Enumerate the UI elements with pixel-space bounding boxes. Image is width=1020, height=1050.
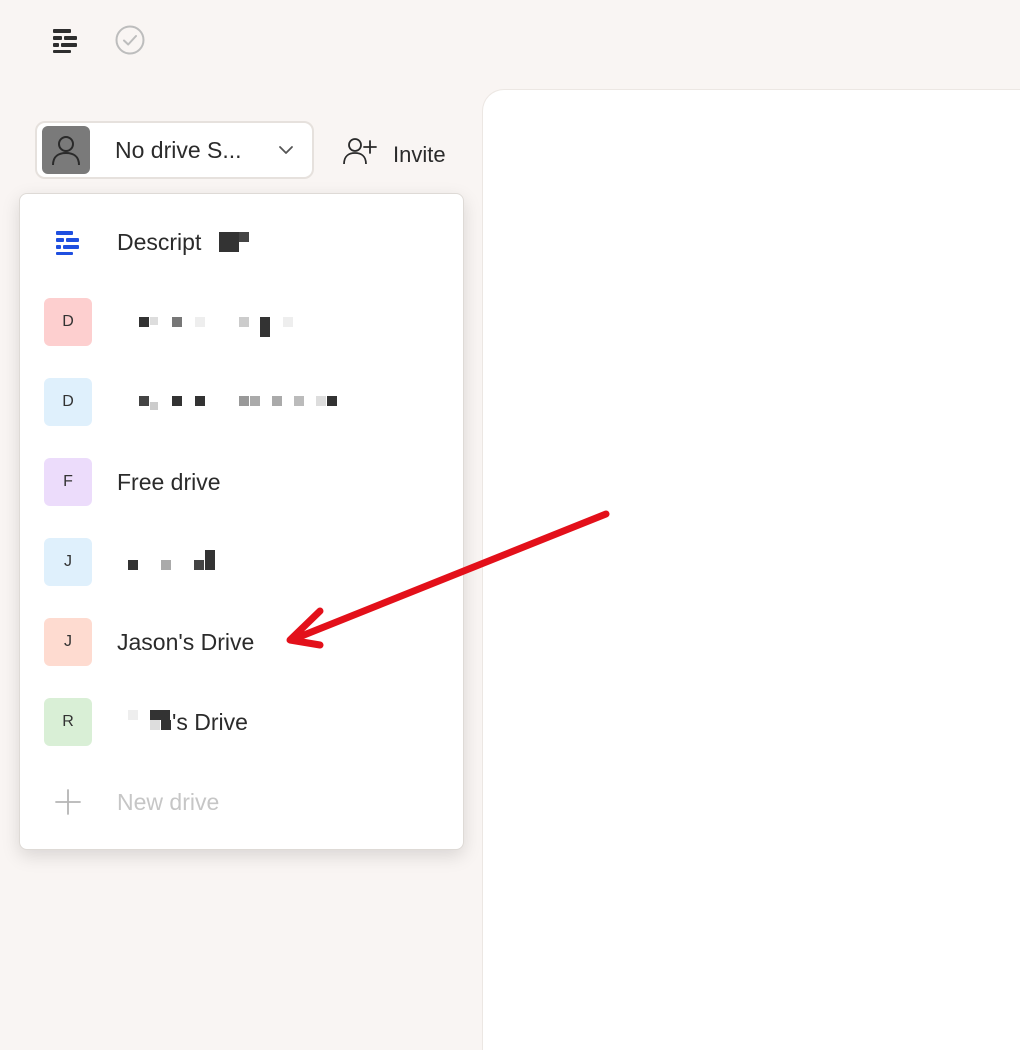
redacted-block — [250, 396, 260, 406]
invite-label: Invite — [393, 141, 446, 167]
redacted-block — [150, 720, 160, 730]
menu-item-drive[interactable]: D — [20, 282, 463, 362]
menu-item-label: New drive — [117, 788, 220, 815]
menu-item-label: Descript — [117, 228, 202, 255]
redacted-block — [219, 232, 239, 252]
descript-logo-icon — [44, 218, 92, 266]
new-drive-button[interactable]: New drive — [20, 762, 463, 842]
menu-item-label: 's Drive — [172, 708, 248, 735]
check-circle-icon — [114, 24, 146, 56]
redacted-block — [272, 396, 282, 406]
redacted-block — [260, 317, 270, 337]
menu-item-free-drive[interactable]: F Free drive — [20, 442, 463, 522]
redacted-block — [294, 396, 304, 406]
drive-badge: J — [44, 618, 92, 666]
menu-item-drive[interactable]: R 's Drive — [20, 682, 463, 762]
menu-item-label: Jason's Drive — [117, 628, 255, 655]
drive-badge: D — [44, 378, 92, 426]
main-content-panel — [482, 89, 1020, 1050]
redacted-block — [172, 317, 182, 327]
menu-item-drive[interactable]: D — [20, 362, 463, 442]
redacted-block — [239, 232, 249, 242]
redacted-block — [150, 402, 158, 410]
plus-icon — [44, 778, 92, 826]
redacted-block — [150, 317, 158, 325]
drive-badge: J — [44, 538, 92, 586]
invite-button[interactable]: Invite — [343, 136, 446, 173]
menu-item-descript[interactable]: Descript — [20, 202, 463, 282]
redacted-block — [161, 560, 171, 570]
redacted-block — [205, 550, 215, 570]
redacted-block — [283, 317, 293, 327]
menu-item-label: Free drive — [117, 468, 221, 495]
redacted-block — [128, 710, 138, 720]
redacted-block — [139, 396, 149, 406]
redacted-block — [128, 560, 138, 570]
drive-badge: F — [44, 458, 92, 506]
redacted-block — [316, 396, 326, 406]
menu-item-jasons-drive[interactable]: J Jason's Drive — [20, 602, 463, 682]
redacted-block — [327, 396, 337, 406]
redacted-block — [195, 396, 205, 406]
drive-selector-dropdown[interactable]: No drive S... — [35, 121, 314, 179]
redacted-block — [239, 317, 249, 327]
redacted-block — [139, 317, 149, 327]
person-icon — [42, 126, 90, 174]
drive-selector-label: No drive S... — [115, 136, 242, 163]
redacted-block — [172, 396, 182, 406]
drive-badge: R — [44, 698, 92, 746]
drive-badge: D — [44, 298, 92, 346]
redacted-block — [150, 710, 170, 720]
redacted-block — [161, 720, 171, 730]
descript-logo-icon[interactable] — [50, 24, 82, 56]
redacted-block — [194, 560, 204, 570]
menu-item-drive[interactable]: J — [20, 522, 463, 602]
drive-menu: Descript D D F Free drive J J Jason's Dr… — [19, 193, 464, 850]
redacted-block — [239, 396, 249, 406]
chevron-down-icon — [278, 143, 294, 161]
add-user-icon — [343, 136, 379, 173]
redacted-block — [195, 317, 205, 327]
